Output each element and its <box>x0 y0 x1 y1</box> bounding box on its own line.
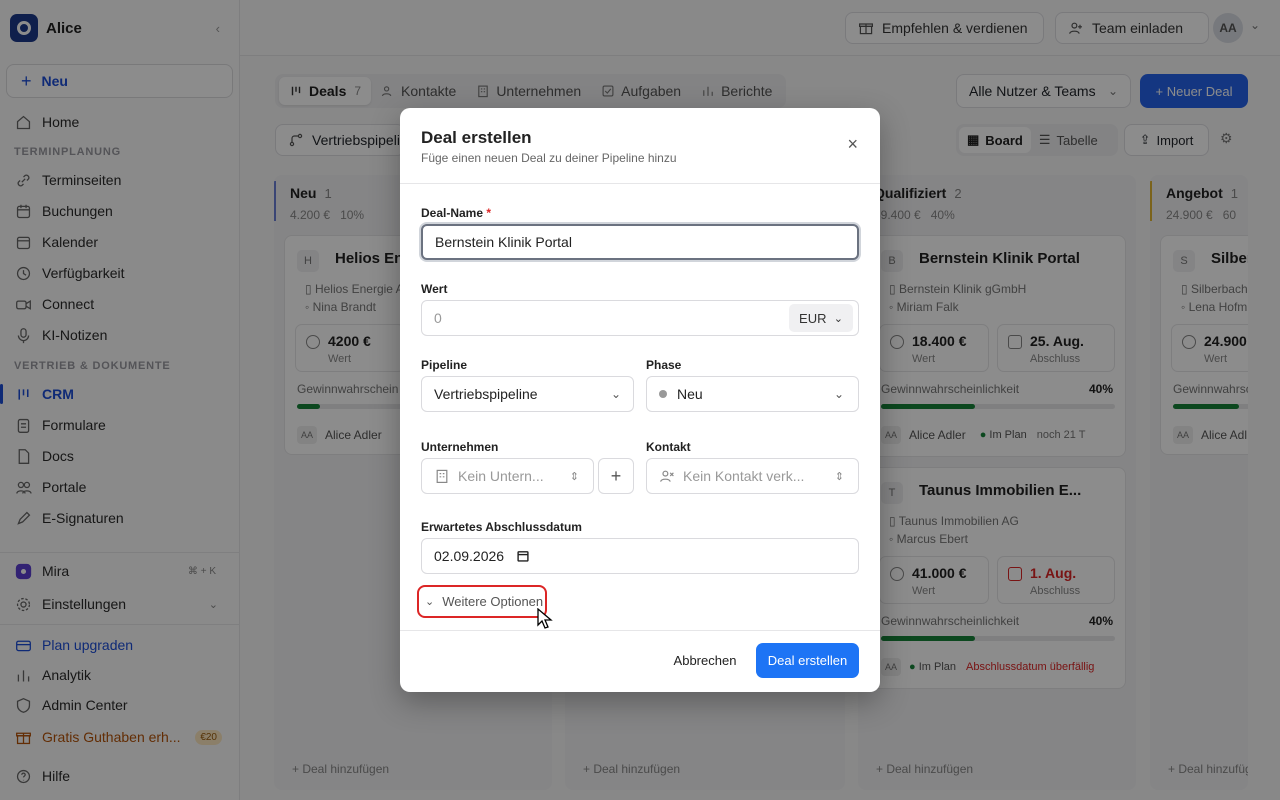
label-text: Deal-Name <box>421 206 484 220</box>
dialog-divider <box>400 183 880 184</box>
phase-dot <box>659 390 667 398</box>
pipeline-value: Vertriebspipeline <box>434 386 538 402</box>
chevron-down-icon: ⌄ <box>833 387 844 401</box>
user-x-icon <box>659 468 675 484</box>
more-options-toggle[interactable]: ⌄ Weitere Optionen <box>417 585 547 618</box>
chevron-down-icon: ⌄ <box>833 312 843 325</box>
close-date-label: Erwartetes Abschlussdatum <box>421 520 582 534</box>
contact-label: Kontakt <box>646 440 691 454</box>
create-deal-button[interactable]: Deal erstellen <box>756 643 859 678</box>
phase-select[interactable]: Neu ⌄ <box>646 376 859 412</box>
selector-icon: ⇕ <box>834 470 844 483</box>
pipeline-label: Pipeline <box>421 358 468 372</box>
value-input[interactable]: 0 EUR ⌄ <box>421 300 859 336</box>
contact-placeholder: Kein Kontakt verk... <box>683 468 805 484</box>
phase-value: Neu <box>677 386 703 402</box>
cancel-button[interactable]: Abbrechen <box>664 643 746 678</box>
add-company-button[interactable]: + <box>598 458 634 494</box>
required-marker: * <box>486 206 492 220</box>
company-label: Unternehmen <box>421 440 499 454</box>
pipeline-select[interactable]: Vertriebspipeline ⌄ <box>421 376 634 412</box>
close-date-value: 02.09.2026 <box>434 548 505 564</box>
calendar-icon[interactable] <box>516 549 530 563</box>
more-options-label: Weitere Optionen <box>442 594 544 609</box>
dialog-subtitle: Füge einen neuen Deal zu deiner Pipeline… <box>421 151 677 165</box>
plus-icon: + <box>610 465 622 486</box>
mouse-cursor <box>537 608 553 629</box>
contact-select[interactable]: Kein Kontakt verk... ⇕ <box>646 458 859 494</box>
chevron-down-icon: ⌄ <box>425 596 435 608</box>
deal-name-input[interactable]: Bernstein Klinik Portal <box>421 224 859 260</box>
value-placeholder: 0 <box>434 310 442 326</box>
close-date-input[interactable]: 02.09.2026 <box>421 538 859 574</box>
value-label: Wert <box>421 282 448 296</box>
currency-value: EUR <box>799 310 827 326</box>
selector-icon: ⇕ <box>569 470 579 483</box>
company-placeholder: Kein Untern... <box>458 468 544 484</box>
building-icon <box>434 468 450 484</box>
currency-select[interactable]: EUR ⌄ <box>789 304 853 332</box>
close-icon[interactable]: × <box>847 134 858 155</box>
chevron-down-icon: ⌄ <box>610 387 621 401</box>
company-select[interactable]: Kein Untern... ⇕ <box>421 458 594 494</box>
dialog-title: Deal erstellen <box>421 128 532 147</box>
deal-name-label: Deal-Name * <box>421 206 491 220</box>
phase-label: Phase <box>646 358 682 372</box>
dialog-divider <box>400 630 880 631</box>
